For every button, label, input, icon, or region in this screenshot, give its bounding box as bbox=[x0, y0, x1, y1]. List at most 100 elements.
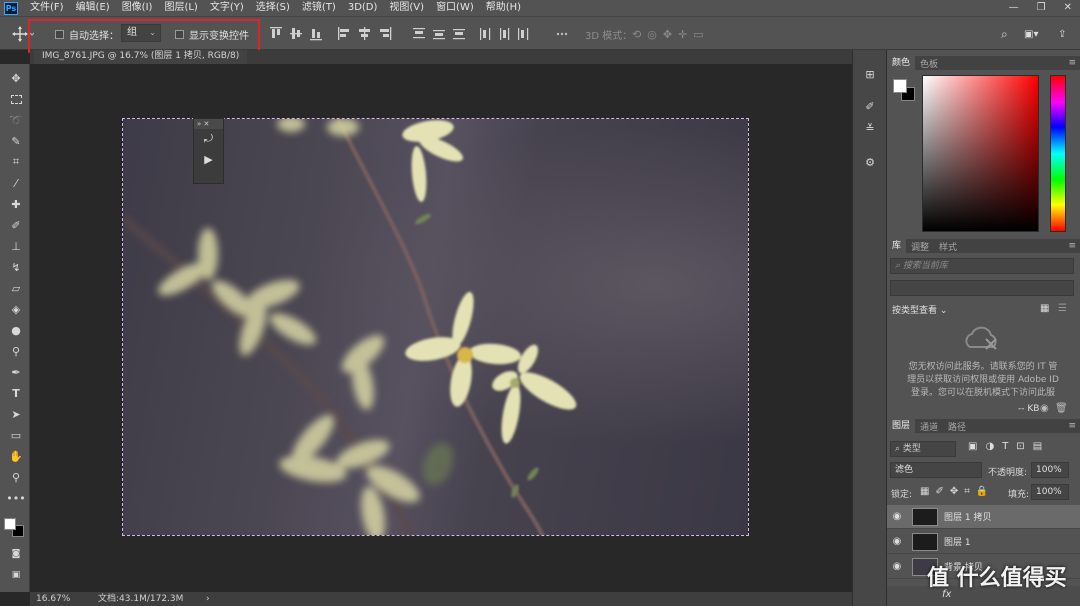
align-top-icon[interactable] bbox=[270, 27, 282, 38]
view-by-type-dropdown[interactable]: 按类型查看 ⌄ bbox=[892, 303, 947, 316]
smart-object-filter-icon[interactable]: ▤ bbox=[1033, 441, 1050, 452]
photoshop-logo[interactable]: Ps bbox=[4, 1, 18, 15]
dodge-tool-icon[interactable]: ⚲ bbox=[8, 343, 24, 359]
menu-filter[interactable]: 滤镜(T) bbox=[296, 0, 342, 16]
lock-image-icon[interactable]: ✐ bbox=[935, 486, 949, 497]
clone-stamp-tool-icon[interactable]: ⊥ bbox=[8, 238, 24, 254]
layer-name[interactable]: 图层 1 拷贝 bbox=[944, 510, 991, 523]
play-action-icon[interactable]: ▶ bbox=[194, 149, 223, 169]
zoom-level[interactable]: 16.67% bbox=[36, 592, 70, 606]
visibility-eye-icon[interactable]: ◉ bbox=[887, 536, 907, 547]
layer-filter-kind[interactable]: ⌕ 类型 bbox=[890, 441, 956, 457]
brush-settings-icon[interactable]: ✐ bbox=[862, 98, 878, 114]
menu-view[interactable]: 视图(V) bbox=[383, 0, 430, 16]
share-icon[interactable]: ⇪ bbox=[1058, 17, 1066, 51]
menu-help[interactable]: 帮助(H) bbox=[480, 0, 527, 16]
more-options-icon[interactable] bbox=[556, 32, 568, 36]
tab-libraries[interactable]: 库 bbox=[887, 239, 907, 253]
history-action-icon[interactable]: ⤾ bbox=[194, 129, 223, 149]
hue-slider[interactable] bbox=[1050, 75, 1066, 232]
quick-select-tool-icon[interactable]: ✎ bbox=[8, 133, 24, 149]
screen-mode-icon[interactable]: ▣ bbox=[8, 567, 24, 583]
eyedropper-tool-icon[interactable]: ⁄ bbox=[8, 175, 24, 191]
color-picker-field[interactable] bbox=[922, 75, 1039, 232]
fill-input[interactable]: 100% bbox=[1031, 484, 1069, 500]
lasso-tool-icon[interactable]: ➰ bbox=[8, 112, 24, 128]
eraser-tool-icon[interactable]: ▱ bbox=[8, 280, 24, 296]
hand-tool-icon[interactable]: ✋ bbox=[8, 448, 24, 464]
workspace-icon[interactable]: ▣▾ bbox=[1024, 17, 1038, 51]
3d-orbit-icon[interactable]: ⟲ bbox=[632, 28, 641, 41]
menu-image[interactable]: 图像(I) bbox=[116, 0, 159, 16]
rectangle-tool-icon[interactable]: ▭ bbox=[8, 427, 24, 443]
foreground-color-swatch[interactable] bbox=[4, 518, 16, 530]
menu-window[interactable]: 窗口(W) bbox=[430, 0, 480, 16]
library-search-input[interactable]: ⌕ 搜索当前库 bbox=[890, 258, 1074, 274]
zoom-tool-icon[interactable]: ⚲ bbox=[8, 469, 24, 485]
layer-row[interactable]: ◉ 图层 1 bbox=[887, 530, 1080, 554]
align-left-icon[interactable] bbox=[338, 27, 349, 40]
marquee-tool-icon[interactable] bbox=[8, 91, 24, 107]
layer-name[interactable]: 图层 1 bbox=[944, 535, 971, 548]
path-select-tool-icon[interactable]: ➤ bbox=[8, 406, 24, 422]
shape-filter-icon[interactable]: ⊡ bbox=[1016, 441, 1032, 452]
crop-tool-icon[interactable]: ⌗ bbox=[8, 154, 24, 170]
status-menu-arrow-icon[interactable]: › bbox=[206, 592, 210, 606]
blend-mode-select[interactable]: 滤色 bbox=[890, 462, 982, 478]
menu-layer[interactable]: 图层(L) bbox=[158, 0, 203, 16]
sync-icon[interactable]: ◉ bbox=[1040, 403, 1049, 414]
distribute-bottom-icon[interactable] bbox=[453, 29, 465, 40]
properties-panel-icon[interactable]: ⊞ bbox=[862, 66, 878, 82]
3d-pan-icon[interactable]: ✥ bbox=[663, 28, 672, 41]
tab-styles[interactable]: 样式 bbox=[934, 240, 962, 253]
panel-menu-icon[interactable]: ≡ bbox=[1068, 58, 1076, 68]
panel-menu-icon[interactable]: ≡ bbox=[1068, 421, 1076, 431]
align-vcenter-icon[interactable] bbox=[290, 28, 302, 39]
visibility-eye-icon[interactable]: ◉ bbox=[887, 511, 907, 522]
grid-view-icon[interactable]: ▦ bbox=[1040, 303, 1049, 314]
adjustment-presets-icon[interactable]: ≚ bbox=[862, 120, 878, 136]
menu-3d[interactable]: 3D(D) bbox=[342, 0, 384, 16]
type-tool-icon[interactable]: T bbox=[8, 385, 24, 401]
glyphs-panel-icon[interactable]: ⚙ bbox=[862, 154, 878, 170]
lock-artboard-icon[interactable]: ⌗ bbox=[964, 486, 976, 497]
healing-brush-tool-icon[interactable]: ✚ bbox=[8, 196, 24, 212]
list-view-icon[interactable]: ☰ bbox=[1058, 303, 1067, 314]
history-brush-tool-icon[interactable]: ↯ bbox=[8, 259, 24, 275]
layer-row[interactable]: ◉ 图层 1 拷贝 bbox=[887, 505, 1080, 529]
3d-camera-icon[interactable]: ▭ bbox=[693, 28, 703, 41]
minimize-button[interactable]: — bbox=[1009, 0, 1019, 16]
close-button[interactable]: ✕ bbox=[1064, 0, 1072, 16]
menu-file[interactable]: 文件(F) bbox=[24, 0, 70, 16]
library-select[interactable] bbox=[890, 280, 1074, 296]
distribute-left-icon[interactable] bbox=[480, 28, 491, 40]
menu-select[interactable]: 选择(S) bbox=[250, 0, 296, 16]
lock-position-icon[interactable]: ✥ bbox=[950, 486, 964, 497]
align-bottom-icon[interactable] bbox=[310, 29, 322, 41]
opacity-input[interactable]: 100% bbox=[1031, 462, 1069, 478]
move-tool-icon[interactable]: ✥ bbox=[8, 70, 24, 86]
quick-mask-icon[interactable]: ◙ bbox=[8, 546, 24, 562]
3d-slide-icon[interactable]: ✛ bbox=[678, 28, 687, 41]
trash-icon[interactable]: 🗑 bbox=[1055, 403, 1068, 414]
document-tab[interactable]: IMG_8761.JPG @ 16.7% (图层 1 拷贝, RGB/8) bbox=[34, 50, 248, 64]
paint-bucket-tool-icon[interactable]: ◈ bbox=[8, 301, 24, 317]
menu-type[interactable]: 文字(Y) bbox=[204, 0, 250, 16]
panel-foreground-color[interactable] bbox=[893, 79, 907, 93]
mini-panel-header[interactable]: » ✕ bbox=[194, 119, 223, 129]
tab-swatches[interactable]: 色板 bbox=[915, 57, 943, 70]
search-icon[interactable]: ⌕ bbox=[1001, 17, 1008, 51]
distribute-hcenter-icon[interactable] bbox=[500, 28, 510, 40]
adjustment-filter-icon[interactable]: ◑ bbox=[985, 441, 1002, 452]
pixel-filter-icon[interactable]: ▣ bbox=[968, 441, 985, 452]
brush-tool-icon[interactable]: ✐ bbox=[8, 217, 24, 233]
restore-button[interactable]: ❐ bbox=[1037, 0, 1046, 16]
type-filter-icon[interactable]: T bbox=[1002, 441, 1016, 452]
panel-menu-icon[interactable]: ≡ bbox=[1068, 241, 1076, 251]
align-hcenter-icon[interactable] bbox=[359, 27, 370, 40]
menu-edit[interactable]: 编辑(E) bbox=[70, 0, 116, 16]
tab-channels[interactable]: 通道 bbox=[915, 420, 943, 433]
lock-transparent-icon[interactable]: ▦ bbox=[920, 486, 935, 497]
edit-toolbar-icon[interactable]: ••• bbox=[6, 490, 25, 506]
tab-layers[interactable]: 图层 bbox=[887, 419, 916, 433]
